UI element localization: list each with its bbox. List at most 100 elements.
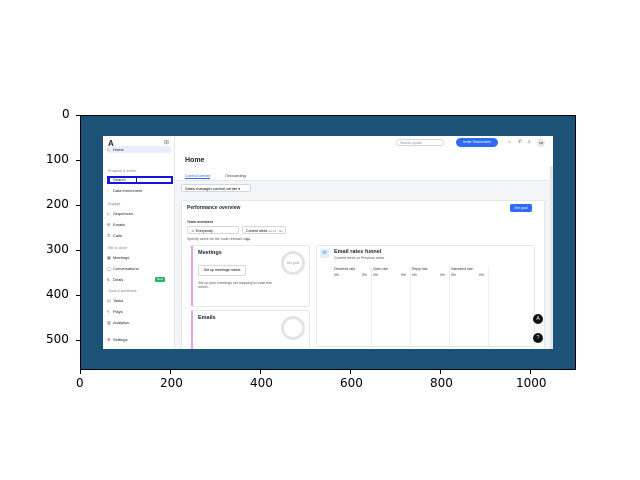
top-bar: Search Apollo Invite Teammates ⌂ ✆ ♫ SM — [175, 136, 553, 150]
sidebar-item-sequences[interactable]: ▷ Sequences — [107, 210, 171, 217]
x-tick-label: 400 — [250, 376, 273, 390]
x-tick-mark — [170, 370, 171, 374]
meetings-title: Meetings — [198, 250, 222, 256]
sidebar-item-label: Meetings — [113, 255, 130, 260]
sidebar-item-conversations[interactable]: ◯ Conversations — [107, 265, 171, 272]
sidebar-item-label: Deals — [113, 277, 124, 282]
metric-name: Interested rate — [451, 267, 473, 271]
metric-previous: 0% — [440, 273, 445, 277]
sidebar-item-tasks[interactable]: ☑ Tasks — [107, 297, 171, 304]
metric-name: Reply rate — [412, 267, 428, 271]
funnel-metric-open: Open rate 0% 0% — [373, 267, 411, 346]
sidebar-item-label: Home — [113, 147, 124, 152]
funnel-metric-interested: Interested rate 0% 0% — [451, 267, 489, 346]
sidebar-item-settings[interactable]: ⚙ Settings — [107, 336, 171, 343]
sidebar-item-home[interactable]: ⌂ Home — [107, 146, 171, 153]
y-tick-mark — [76, 205, 80, 206]
help-icon[interactable]: ? — [533, 333, 543, 343]
sidebar: A ⊞ ⌂ Home Prospect & enrich ⌕ Search ◌ … — [103, 136, 175, 349]
chevron-down-icon: ▾ — [238, 187, 241, 191]
metric-current: 0% — [373, 273, 378, 277]
sidebar-item-label: Sequences — [113, 211, 134, 216]
goal-ring — [281, 316, 305, 340]
sidebar-item-data-enrichment[interactable]: ◌ Data enrichment — [107, 187, 171, 194]
plot-axes: A ⊞ ⌂ Home Prospect & enrich ⌕ Search ◌ … — [80, 115, 576, 370]
team-select-value: Everybody — [195, 229, 213, 233]
sidebar-item-label: Plays — [113, 309, 123, 314]
x-tick-mark — [80, 370, 81, 374]
goal-ring[interactable]: Set goal — [281, 251, 305, 275]
sidebar-item-label: Calls — [113, 233, 122, 238]
sidebar-item-label: Conversations — [113, 266, 139, 271]
y-tick-label: 500 — [46, 332, 69, 346]
tab-control-center[interactable]: Control center — [185, 173, 211, 179]
section-engage: Engage — [108, 202, 121, 206]
y-tick-label: 0 — [62, 107, 70, 121]
sidebar-item-label: Settings — [113, 337, 128, 342]
funnel-metric-reply: Reply rate 0% 0% — [412, 267, 450, 346]
team-select[interactable]: ☺ Everybody — [187, 226, 239, 234]
set-goal-button[interactable]: Set goal — [510, 204, 532, 212]
meetings-desc: Set up your meetings set mapping to trac… — [198, 281, 272, 289]
new-badge: New — [155, 277, 165, 282]
x-tick-label: 0 — [76, 376, 84, 390]
metric-previous: 0% — [401, 273, 406, 277]
avatar[interactable]: SM — [537, 139, 545, 147]
scrollbar[interactable] — [550, 166, 553, 349]
sidebar-item-analytics[interactable]: ▥ Analytics — [107, 319, 171, 326]
metric-name: Delivered rate — [334, 267, 356, 271]
funnel-title: Email rates funnel — [334, 249, 382, 255]
period-select-value: Current week — [246, 229, 268, 233]
period-select[interactable]: Current week Jan 22 - Jan 28 — [242, 226, 286, 242]
x-tick-label: 800 — [430, 376, 453, 390]
page-header: Home Control center Onboarding — [175, 150, 553, 181]
sidebar-item-search[interactable]: ⌕ Search — [107, 176, 171, 183]
sidebar-item-label: Search — [113, 177, 126, 182]
y-tick-mark — [76, 115, 80, 116]
page-title: Home — [185, 157, 205, 164]
performance-overview-card: Performance overview Set goal Team membe… — [181, 200, 545, 349]
sidebar-item-calls[interactable]: ✆ Calls — [107, 232, 171, 239]
y-tick-label: 200 — [46, 197, 69, 211]
x-tick-mark — [530, 370, 531, 374]
y-tick-mark — [76, 295, 80, 296]
x-tick-mark — [260, 370, 261, 374]
phone-icon[interactable]: ✆ — [518, 139, 522, 145]
app-screenshot: A ⊞ ⌂ Home Prospect & enrich ⌕ Search ◌ … — [103, 136, 553, 349]
sidebar-item-meetings[interactable]: ▦ Meetings — [107, 254, 171, 261]
bell-icon[interactable]: ♫ — [527, 139, 531, 145]
main-area: Search Apollo Invite Teammates ⌂ ✆ ♫ SM … — [175, 136, 553, 349]
sidebar-collapse-icon[interactable]: ⊞ — [164, 139, 169, 146]
tab-onboarding[interactable]: Onboarding — [225, 173, 246, 178]
y-tick-mark — [76, 340, 80, 341]
invite-teammates-button[interactable]: Invite Teammates — [456, 138, 498, 147]
funnel-subtitle: Current week vs Previous week — [334, 256, 385, 260]
y-tick-mark — [76, 250, 80, 251]
search-input[interactable]: Search Apollo — [396, 139, 444, 146]
sidebar-item-label: Tasks — [113, 298, 124, 303]
sidebar-item-emails[interactable]: ✉ Emails — [107, 221, 171, 228]
section-tools: Tools & workflows — [108, 289, 137, 293]
team-members-label: Team members — [187, 220, 214, 224]
section-win: Win & close — [108, 246, 127, 250]
sidebar-item-plays[interactable]: ϟ Plays — [107, 308, 171, 315]
x-tick-label: 1000 — [516, 376, 547, 390]
x-tick-label: 600 — [340, 376, 363, 390]
users-hint: Specify users for the most relevant data — [187, 237, 251, 241]
x-tick-mark — [350, 370, 351, 374]
sidebar-item-label: Data enrichment — [113, 188, 143, 193]
setup-meetings-button[interactable]: Set up meetings metric — [198, 265, 246, 276]
metric-previous: 0% — [479, 273, 484, 277]
y-tick-label: 400 — [46, 287, 69, 301]
metric-previous: 0% — [362, 273, 367, 277]
control-center-select-value: Sales manager control center — [185, 186, 238, 191]
sidebar-item-label: Emails — [113, 222, 126, 227]
metric-current: 0% — [451, 273, 456, 277]
control-center-select[interactable]: Sales manager control center ▾ — [181, 184, 251, 192]
metric-current: 0% — [412, 273, 417, 277]
apollo-assistant-button[interactable]: A — [533, 314, 543, 324]
notes-icon[interactable]: ⌂ — [508, 139, 511, 145]
meetings-card: Meetings Set up meetings metric Set goal… — [191, 245, 310, 307]
x-tick-mark — [440, 370, 441, 374]
performance-title: Performance overview — [187, 205, 241, 211]
